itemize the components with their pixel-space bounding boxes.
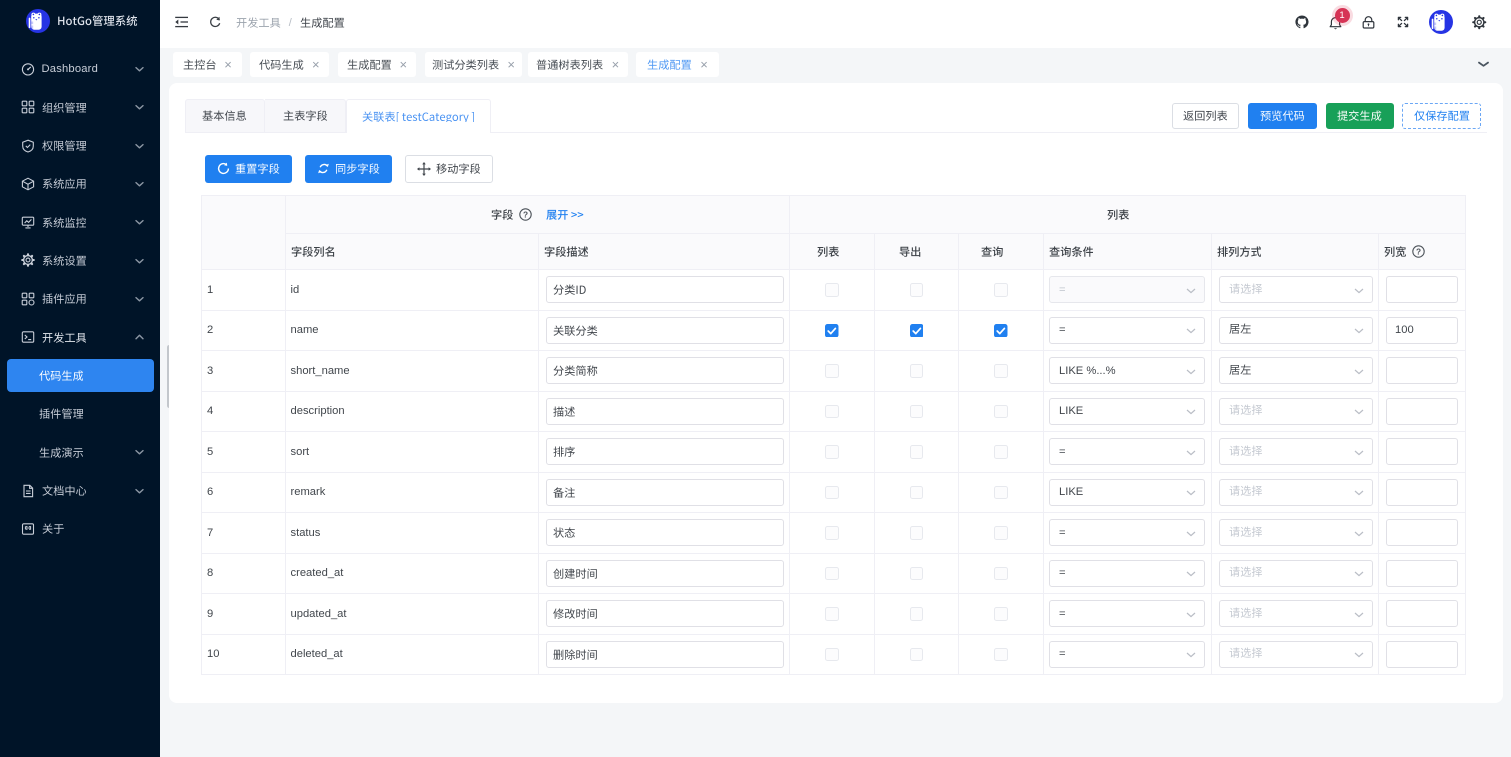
svg-text:?: ?: [1416, 247, 1421, 257]
svg-text:?: ?: [523, 210, 528, 220]
